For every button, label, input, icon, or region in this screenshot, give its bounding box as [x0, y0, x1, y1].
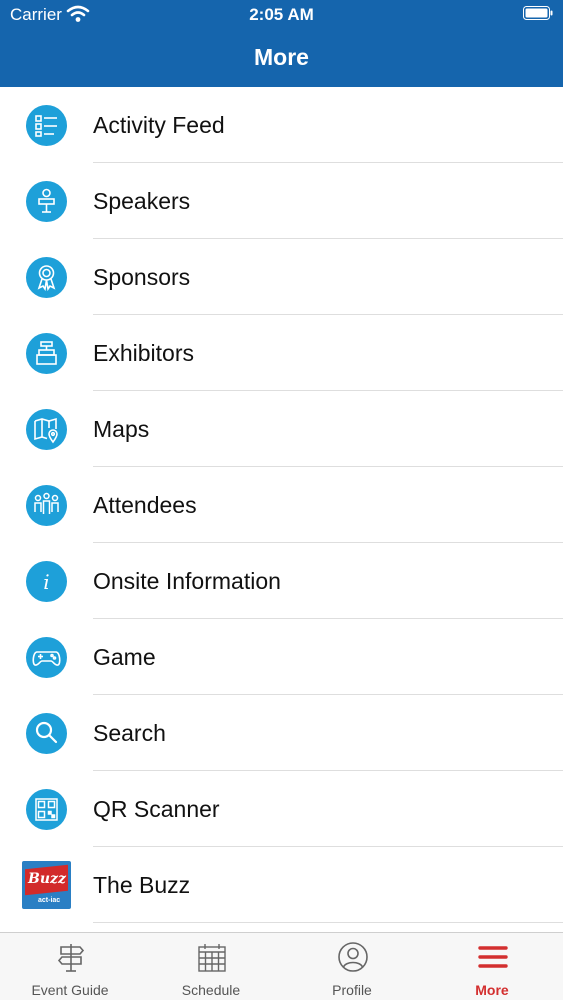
status-bar: Carrier 2:05 AM — [0, 0, 563, 30]
search-icon — [26, 713, 67, 754]
activity-feed-icon — [26, 105, 67, 146]
tab-label: Event Guide — [31, 982, 109, 998]
tab-profile[interactable]: Profile — [282, 933, 422, 1000]
tab-event-guide[interactable]: Event Guide — [0, 933, 140, 1000]
tab-more[interactable]: More — [422, 933, 562, 1000]
menu-item-the-buzz[interactable]: Buzz act-iac The Buzz — [0, 847, 563, 923]
profile-icon — [338, 942, 368, 972]
menu-item-onsite-information[interactable]: i Onsite Information — [0, 543, 563, 619]
app-header: Carrier 2:05 AM More — [0, 0, 563, 87]
menu-item-label: Sponsors — [93, 264, 191, 290]
tab-bar: Event Guide Schedule Profile More — [0, 932, 563, 1000]
status-time: 2:05 AM — [249, 5, 314, 24]
menu-item-exhibitors[interactable]: Exhibitors — [0, 315, 563, 391]
tab-label: More — [475, 982, 509, 998]
menu-item-activity-feed[interactable]: Activity Feed — [0, 87, 563, 163]
buzz-logo-subtext: act-iac — [38, 897, 61, 904]
more-menu-list: Activity Feed Speakers Sponsors Exhibito… — [0, 87, 563, 923]
signpost-icon — [57, 944, 85, 972]
menu-item-label: QR Scanner — [93, 796, 220, 822]
qr-code-icon — [26, 789, 67, 830]
battery-icon — [523, 6, 553, 20]
buzz-logo-text: Buzz — [28, 871, 66, 887]
calendar-icon — [198, 944, 226, 972]
page-title: More — [254, 44, 309, 70]
menu-item-label: Search — [93, 720, 166, 746]
menu-item-sponsors[interactable]: Sponsors — [0, 239, 563, 315]
menu-item-label: Activity Feed — [93, 112, 225, 138]
tab-schedule[interactable]: Schedule — [141, 933, 281, 1000]
people-icon — [26, 485, 67, 526]
menu-item-label: Speakers — [93, 188, 191, 214]
menu-item-speakers[interactable]: Speakers — [0, 163, 563, 239]
gamepad-icon — [26, 637, 67, 678]
svg-text:i: i — [43, 570, 49, 594]
menu-item-label: Onsite Information — [93, 568, 281, 594]
speaker-icon — [26, 181, 67, 222]
menu-item-label: Exhibitors — [93, 340, 194, 366]
menu-item-qr-scanner[interactable]: QR Scanner — [0, 771, 563, 847]
menu-item-label: Game — [93, 644, 156, 670]
menu-item-label: The Buzz — [93, 872, 191, 898]
menu-item-maps[interactable]: Maps — [0, 391, 563, 467]
menu-icon — [478, 946, 508, 968]
menu-item-label: Attendees — [93, 492, 197, 518]
map-pin-icon — [26, 409, 67, 450]
award-ribbon-icon — [26, 257, 67, 298]
divider — [93, 922, 563, 923]
menu-item-label: Maps — [93, 416, 150, 442]
menu-item-search[interactable]: Search — [0, 695, 563, 771]
buzz-logo: Buzz act-iac — [22, 861, 71, 909]
info-icon: i — [26, 561, 67, 602]
tab-label: Schedule — [181, 982, 241, 998]
menu-item-game[interactable]: Game — [0, 619, 563, 695]
menu-item-attendees[interactable]: Attendees — [0, 467, 563, 543]
exhibitor-booth-icon — [26, 333, 67, 374]
tab-label: Profile — [332, 982, 372, 998]
